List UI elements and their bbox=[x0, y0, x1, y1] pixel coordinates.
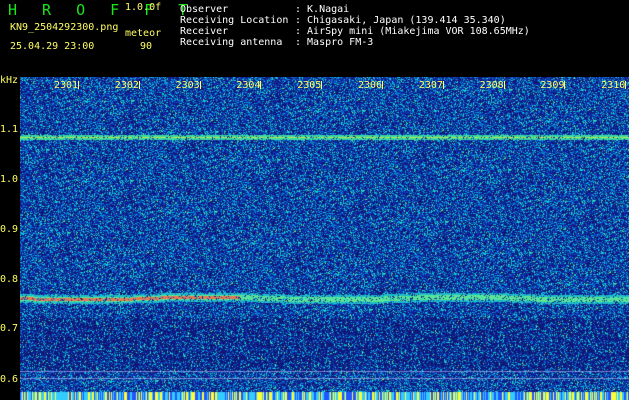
meteor-label: meteor bbox=[125, 28, 162, 39]
x-tick-label: 2303 bbox=[175, 80, 200, 91]
spectrogram-plot bbox=[20, 77, 629, 400]
version-label: 1.0.0f bbox=[125, 2, 162, 13]
y-tick-label: 0.8 bbox=[0, 274, 19, 285]
x-tick-mark bbox=[138, 81, 140, 89]
header-panel: H R O F F T 1.0.0f KN9_2504292300.png me… bbox=[0, 0, 629, 77]
filename-label: KN9_2504292300.png bbox=[10, 22, 119, 33]
x-tick-mark bbox=[260, 81, 262, 89]
x-tick-label: 2301 bbox=[54, 80, 79, 91]
x-tick-label: 2310 bbox=[601, 80, 626, 91]
x-tick-mark bbox=[625, 81, 627, 89]
y-tick-label: 0.7 bbox=[0, 323, 19, 334]
x-tick-mark bbox=[321, 81, 323, 89]
y-axis-unit: kHz bbox=[0, 75, 19, 86]
x-tick-mark bbox=[199, 81, 201, 89]
x-tick-label: 2306 bbox=[358, 80, 383, 91]
x-tick-label: 2307 bbox=[418, 80, 443, 91]
app-logo: H R O F F T bbox=[8, 1, 196, 19]
x-tick-mark bbox=[78, 81, 79, 89]
x-tick-mark bbox=[503, 81, 505, 89]
info-antenna-value: : Maspro FM-3 bbox=[295, 37, 374, 48]
x-tick-mark bbox=[442, 81, 444, 89]
x-tick-label: 2305 bbox=[297, 80, 322, 91]
y-tick-label: 0.9 bbox=[0, 224, 19, 235]
info-antenna-label: Receiving antenna bbox=[180, 37, 283, 48]
x-tick-label: 2309 bbox=[540, 80, 565, 91]
datetime-label: 25.04.29 23:00 bbox=[10, 41, 95, 52]
x-tick-label: 2302 bbox=[114, 80, 139, 91]
x-tick-mark bbox=[564, 81, 566, 89]
y-tick-label: 0.6 bbox=[0, 374, 19, 385]
x-tick-label: 2308 bbox=[479, 80, 504, 91]
meteor-count: 90 bbox=[140, 41, 153, 52]
x-tick-mark bbox=[382, 81, 383, 89]
x-tick-label: 2304 bbox=[236, 80, 261, 91]
y-tick-label: 1.0 bbox=[0, 174, 19, 185]
y-tick-label: 1.1 bbox=[0, 124, 19, 135]
